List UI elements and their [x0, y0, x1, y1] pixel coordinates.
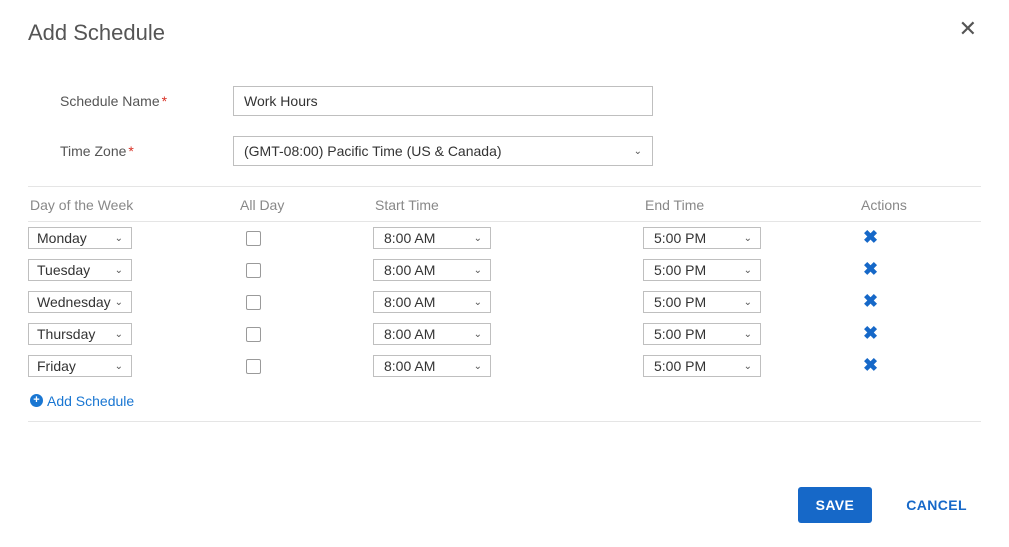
start-time-value: 8:00 AM [382, 326, 435, 342]
chevron-down-icon: ⌄ [474, 361, 482, 372]
chevron-down-icon: ⌄ [744, 329, 752, 340]
time-zone-label: Time Zone* [28, 143, 233, 159]
dialog-footer: SAVE CANCEL [798, 487, 973, 523]
chevron-down-icon: ⌄ [744, 361, 752, 372]
add-schedule-dialog: Add Schedule ✕ Schedule Name* Time Zone*… [0, 0, 1009, 547]
start-time-value: 8:00 AM [382, 230, 435, 246]
chevron-down-icon: ⌄ [744, 233, 752, 244]
remove-row-icon[interactable]: ✖ [853, 291, 878, 311]
day-select-value: Friday [37, 358, 76, 374]
col-header-end: End Time [645, 197, 855, 213]
col-header-start: Start Time [375, 197, 645, 213]
grid-body: Monday ⌄ 8:00 AM ⌄ 5:00 PM ⌄ ✖ Tuesday ⌄ 8:00 AM ⌄… [28, 222, 981, 382]
day-select[interactable]: Tuesday ⌄ [28, 259, 132, 281]
required-icon: * [162, 93, 167, 109]
remove-row-icon[interactable]: ✖ [853, 355, 878, 375]
time-zone-select[interactable]: (GMT-08:00) Pacific Time (US & Canada) ⌄ [233, 136, 653, 166]
day-select[interactable]: Friday ⌄ [28, 355, 132, 377]
end-time-value: 5:00 PM [652, 262, 706, 278]
col-header-day: Day of the Week [30, 197, 240, 213]
close-icon[interactable]: ✕ [955, 16, 981, 42]
start-time-select[interactable]: 8:00 AM ⌄ [373, 259, 491, 281]
chevron-down-icon: ⌄ [474, 265, 482, 276]
chevron-down-icon: ⌄ [474, 297, 482, 308]
day-select-value: Monday [37, 230, 87, 246]
day-select[interactable]: Wednesday ⌄ [28, 291, 132, 313]
end-time-select[interactable]: 5:00 PM ⌄ [643, 291, 761, 313]
table-row: Thursday ⌄ 8:00 AM ⌄ 5:00 PM ⌄ ✖ [28, 318, 981, 350]
start-time-value: 8:00 AM [382, 262, 435, 278]
table-row: Friday ⌄ 8:00 AM ⌄ 5:00 PM ⌄ ✖ [28, 350, 981, 382]
cancel-button[interactable]: CANCEL [900, 496, 973, 514]
end-time-select[interactable]: 5:00 PM ⌄ [643, 259, 761, 281]
required-icon: * [128, 143, 133, 159]
table-row: Wednesday ⌄ 8:00 AM ⌄ 5:00 PM ⌄ ✖ [28, 286, 981, 318]
all-day-checkbox[interactable] [246, 359, 261, 374]
chevron-down-icon: ⌄ [115, 265, 123, 276]
add-link-row: + Add Schedule [28, 382, 981, 422]
table-row: Tuesday ⌄ 8:00 AM ⌄ 5:00 PM ⌄ ✖ [28, 254, 981, 286]
day-select-value: Thursday [37, 326, 95, 342]
end-time-value: 5:00 PM [652, 294, 706, 310]
end-time-value: 5:00 PM [652, 230, 706, 246]
col-header-all-day: All Day [240, 197, 375, 213]
start-time-value: 8:00 AM [382, 358, 435, 374]
chevron-down-icon: ⌄ [115, 361, 123, 372]
time-zone-value: (GMT-08:00) Pacific Time (US & Canada) [244, 143, 502, 159]
day-select[interactable]: Thursday ⌄ [28, 323, 132, 345]
end-time-value: 5:00 PM [652, 326, 706, 342]
all-day-checkbox[interactable] [246, 327, 261, 342]
chevron-down-icon: ⌄ [115, 233, 123, 244]
schedule-name-input[interactable] [233, 86, 653, 116]
start-time-select[interactable]: 8:00 AM ⌄ [373, 227, 491, 249]
chevron-down-icon: ⌄ [744, 297, 752, 308]
chevron-down-icon: ⌄ [474, 233, 482, 244]
time-zone-label-text: Time Zone [60, 143, 126, 159]
start-time-select[interactable]: 8:00 AM ⌄ [373, 355, 491, 377]
dialog-header: Add Schedule ✕ [28, 16, 981, 46]
start-time-select[interactable]: 8:00 AM ⌄ [373, 323, 491, 345]
end-time-value: 5:00 PM [652, 358, 706, 374]
time-zone-row: Time Zone* (GMT-08:00) Pacific Time (US … [28, 136, 981, 166]
start-time-select[interactable]: 8:00 AM ⌄ [373, 291, 491, 313]
end-time-select[interactable]: 5:00 PM ⌄ [643, 227, 761, 249]
add-schedule-link[interactable]: + Add Schedule [30, 393, 134, 409]
save-button[interactable]: SAVE [798, 487, 873, 523]
all-day-checkbox[interactable] [246, 295, 261, 310]
schedule-name-label-text: Schedule Name [60, 93, 160, 109]
day-select-value: Wednesday [37, 294, 111, 310]
start-time-value: 8:00 AM [382, 294, 435, 310]
form-area: Schedule Name* Time Zone* (GMT-08:00) Pa… [28, 86, 981, 422]
plus-circle-icon: + [30, 394, 43, 407]
day-select-value: Tuesday [37, 262, 90, 278]
dialog-title: Add Schedule [28, 20, 165, 46]
table-row: Monday ⌄ 8:00 AM ⌄ 5:00 PM ⌄ ✖ [28, 222, 981, 254]
remove-row-icon[interactable]: ✖ [853, 323, 878, 343]
col-header-actions: Actions [855, 197, 981, 213]
remove-row-icon[interactable]: ✖ [853, 227, 878, 247]
chevron-down-icon: ⌄ [634, 146, 642, 157]
grid-header-row: Day of the Week All Day Start Time End T… [28, 187, 981, 222]
schedule-name-row: Schedule Name* [28, 86, 981, 116]
end-time-select[interactable]: 5:00 PM ⌄ [643, 323, 761, 345]
day-select[interactable]: Monday ⌄ [28, 227, 132, 249]
chevron-down-icon: ⌄ [474, 329, 482, 340]
end-time-select[interactable]: 5:00 PM ⌄ [643, 355, 761, 377]
chevron-down-icon: ⌄ [115, 329, 123, 340]
chevron-down-icon: ⌄ [744, 265, 752, 276]
add-schedule-link-label: Add Schedule [47, 393, 134, 409]
all-day-checkbox[interactable] [246, 263, 261, 278]
schedule-name-label: Schedule Name* [28, 93, 233, 109]
remove-row-icon[interactable]: ✖ [853, 259, 878, 279]
all-day-checkbox[interactable] [246, 231, 261, 246]
chevron-down-icon: ⌄ [115, 297, 123, 308]
